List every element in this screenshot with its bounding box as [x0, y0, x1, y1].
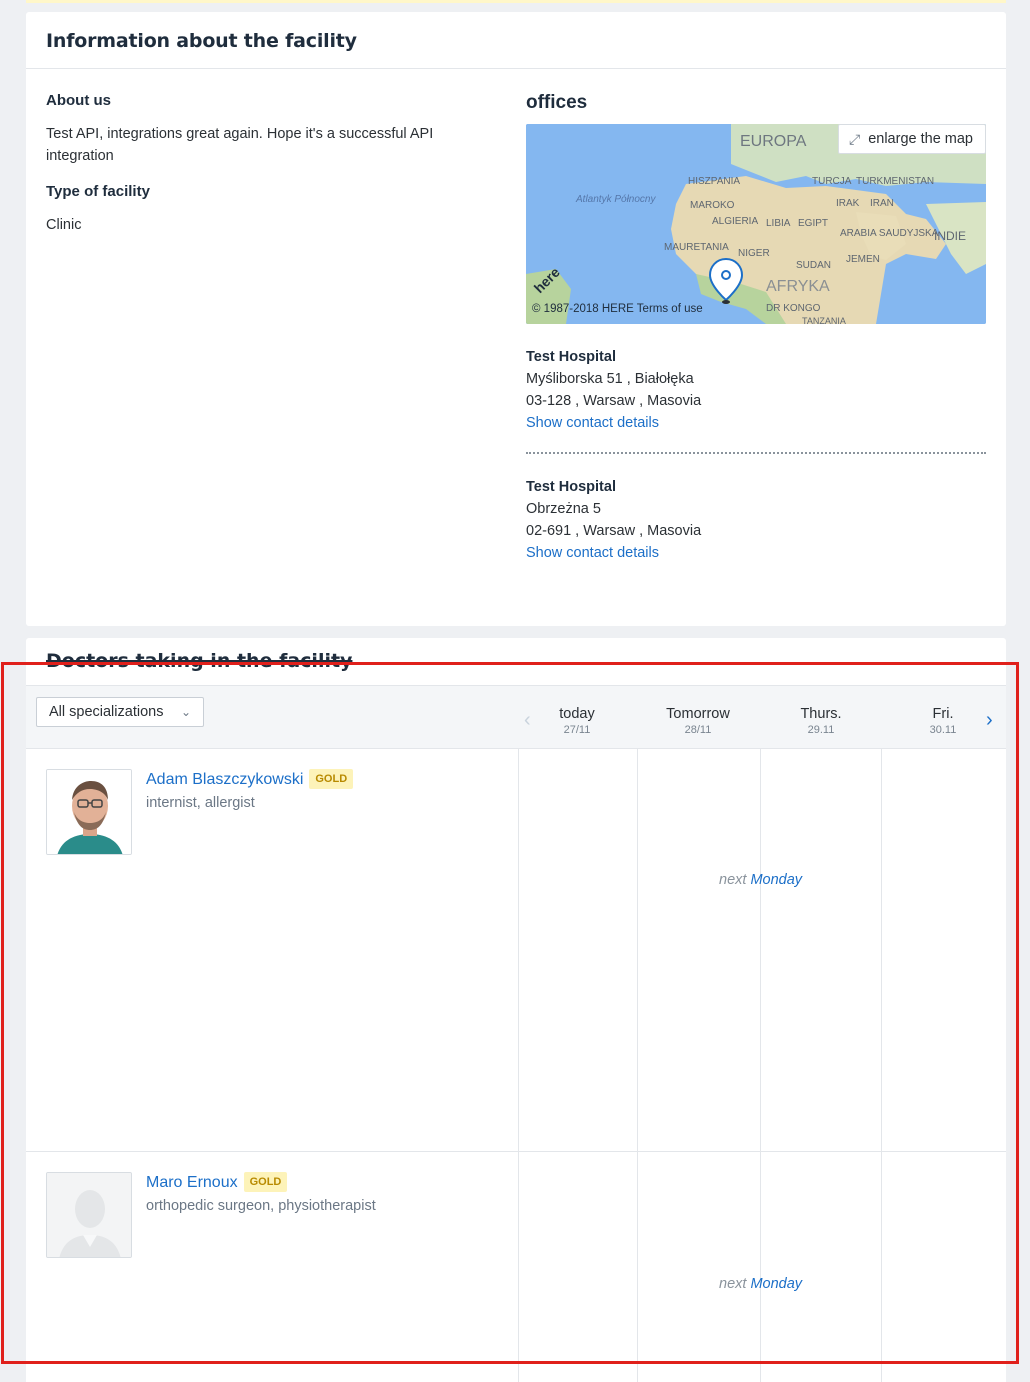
map-label-turkey: TURCJA — [812, 176, 852, 187]
doctors-card: Doctors taking in the facility All speci… — [26, 638, 1006, 1382]
next-word: next — [719, 872, 747, 888]
next-available-day-link[interactable]: Monday — [750, 1276, 802, 1292]
map-label-iraq: IRAK — [836, 198, 860, 209]
day-date: 27/11 — [563, 724, 591, 736]
doctor-name-link[interactable]: Maro Ernoux GOLD — [146, 1172, 288, 1193]
day-date: 28/11 — [684, 724, 712, 736]
doctor-name: Maro Ernoux — [146, 1174, 238, 1192]
map-label-tanzania: TANZANIA — [802, 316, 846, 324]
doctors-title: Doctors taking in the facility — [46, 650, 353, 672]
doctor-name-link[interactable]: Adam Blaszczykowski GOLD — [146, 769, 354, 790]
about-section: About us Test API, integrations great ag… — [46, 92, 476, 252]
map-label-morocco: MAROKO — [690, 200, 735, 211]
doctor-name: Adam Blaszczykowski — [146, 771, 304, 789]
map-graphic: EUROPA Atlantyk Północny HISZPANIA TURCJ… — [526, 124, 986, 324]
notice-strip — [26, 0, 1006, 3]
facility-info-card: Information about the facility About us … — [26, 12, 1006, 626]
map-label-mauritania: MAURETANIA — [664, 242, 729, 253]
map-label-turkmenistan: TURKMENISTAN — [856, 176, 934, 187]
prev-days-arrow-icon[interactable]: ‹ — [524, 709, 531, 732]
doctor-specialties: internist, allergist — [146, 795, 255, 811]
office-name: Test Hospital — [526, 349, 616, 365]
expand-icon: ⤢ — [849, 130, 861, 147]
day-column-tomorrow: Tomorrow 28/11 — [648, 706, 748, 736]
facility-info-header: Information about the facility — [26, 12, 1006, 69]
next-available-slot: next Monday — [719, 872, 802, 888]
facility-info-title: Information about the facility — [46, 30, 357, 52]
map-label-africa: AFRYKA — [766, 278, 830, 295]
offices-section: offices EUROPA Atlantyk Północny HISZPAN… — [526, 92, 986, 564]
day-label: today — [559, 706, 595, 722]
show-contact-details-link[interactable]: Show contact details — [526, 415, 659, 431]
map-label-libya: LIBIA — [766, 218, 791, 229]
about-text: Test API, integrations great again. Hope… — [46, 126, 434, 164]
office-divider — [526, 452, 986, 454]
map-label-iran: IRAN — [870, 198, 894, 209]
office-name: Test Hospital — [526, 479, 616, 495]
doctor-photo-graphic — [47, 770, 131, 854]
map-label-atlantic: Atlantyk Północny — [575, 194, 656, 205]
map-label-yemen: JEMEN — [846, 254, 880, 265]
about-heading: About us — [46, 92, 111, 109]
chevron-down-icon: ⌄ — [180, 705, 191, 719]
column-divider — [881, 749, 882, 1382]
facility-type-heading: Type of facility — [46, 183, 150, 200]
row-divider — [26, 1151, 1006, 1152]
map-label-algeria: ALGIERIA — [712, 216, 758, 227]
next-days-arrow-icon[interactable]: › — [986, 709, 993, 732]
next-word: next — [719, 1276, 747, 1292]
column-divider — [518, 749, 519, 1382]
day-column-friday: Fri. 30.11 — [902, 706, 984, 736]
day-label: Thurs. — [800, 706, 842, 722]
day-date: 29.11 — [807, 724, 835, 736]
office-city: 02-691 , Warsaw , Masovia — [526, 523, 702, 539]
map-label-spain: HISZPANIA — [688, 176, 740, 187]
day-label: Fri. — [932, 706, 954, 722]
enlarge-map-label: enlarge the map — [868, 131, 973, 147]
gold-badge: GOLD — [309, 769, 354, 789]
map-label-india: INDIE — [934, 229, 966, 243]
doctor-specialties: orthopedic surgeon, physiotherapist — [146, 1198, 376, 1214]
facility-type-value: Clinic — [46, 217, 82, 233]
next-available-day-link[interactable]: Monday — [750, 872, 802, 888]
day-column-thursday: Thurs. 29.11 — [780, 706, 862, 736]
calendar-header: All specializations ⌄ ‹ today 27/11 Tomo… — [26, 685, 1006, 749]
map-label-drc: DR KONGO — [766, 303, 821, 314]
office-address-1: Test Hospital Myśliborska 51 , Białołęka… — [526, 346, 986, 434]
map-label-egypt: EGIPT — [798, 218, 828, 229]
show-contact-details-link[interactable]: Show contact details — [526, 545, 659, 561]
avatar-placeholder-icon — [47, 1173, 131, 1257]
day-label: Tomorrow — [666, 706, 730, 722]
map-label-niger: NIGER — [738, 248, 770, 259]
specialization-select-value: All specializations — [49, 704, 164, 720]
map-label-saudi: ARABIA SAUDYJSKA — [840, 228, 939, 239]
office-street: Obrzeżna 5 — [526, 501, 601, 517]
offices-heading: offices — [526, 92, 588, 113]
next-available-slot: next Monday — [719, 1276, 802, 1292]
enlarge-map-button[interactable]: ⤢ enlarge the map — [838, 124, 986, 154]
map-label-sudan: SUDAN — [796, 260, 831, 271]
doctor-avatar-placeholder[interactable] — [46, 1172, 132, 1258]
map-label-europa: EUROPA — [740, 133, 807, 150]
column-divider — [637, 749, 638, 1382]
gold-badge: GOLD — [243, 1172, 288, 1192]
office-street: Myśliborska 51 , Białołęka — [526, 371, 694, 387]
office-address-2: Test Hospital Obrzeżna 5 02-691 , Warsaw… — [526, 476, 986, 564]
day-column-today: today 27/11 — [536, 706, 618, 736]
doctor-avatar[interactable] — [46, 769, 132, 855]
office-city: 03-128 , Warsaw , Masovia — [526, 393, 702, 409]
offices-map[interactable]: EUROPA Atlantyk Północny HISZPANIA TURCJ… — [526, 124, 986, 324]
specialization-select[interactable]: All specializations ⌄ — [36, 697, 204, 727]
map-copyright: © 1987-2018 HERE Terms of use — [532, 303, 703, 315]
day-date: 30.11 — [929, 724, 957, 736]
